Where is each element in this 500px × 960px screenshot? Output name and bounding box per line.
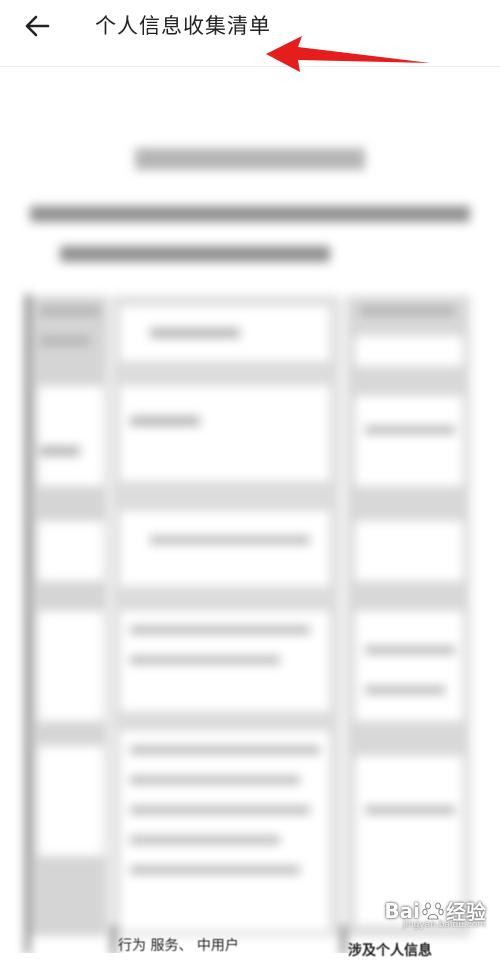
- document-bottom-text-left: 行为 服务、 中用户: [118, 938, 239, 954]
- back-button[interactable]: [14, 6, 60, 46]
- red-arrow-icon: [266, 36, 430, 72]
- watermark-sub: jingyan.baidu.com: [402, 920, 486, 930]
- watermark: Bai 经验 jingyan.baidu.com: [384, 896, 486, 931]
- document-preview: [0, 66, 500, 953]
- blurred-document-content: [0, 66, 500, 953]
- page-title: 个人信息收集清单: [95, 14, 271, 38]
- arrow-left-icon: [25, 15, 50, 37]
- watermark-brand-left: Bai: [384, 898, 420, 923]
- document-bottom-text-right: 涉及个人信息: [348, 943, 432, 959]
- baidu-paw-icon: [422, 902, 444, 919]
